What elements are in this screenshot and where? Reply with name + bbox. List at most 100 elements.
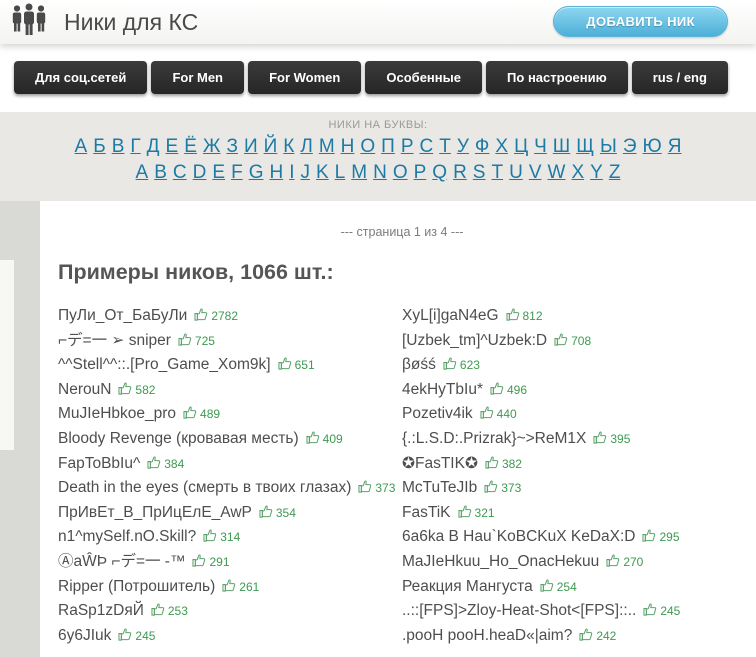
like-count: 382 xyxy=(501,456,522,471)
alphabet-letter-link[interactable]: И xyxy=(244,136,258,157)
alphabet-letter-link[interactable]: F xyxy=(231,162,243,183)
alphabet-letter-link[interactable]: Э xyxy=(623,136,637,157)
alphabet-letter-link[interactable]: Я xyxy=(668,136,682,157)
alphabet-letter-link[interactable]: Ш xyxy=(553,136,570,157)
alphabet-letter-link[interactable]: Л xyxy=(300,136,312,157)
thumb-up-icon[interactable] xyxy=(586,430,610,447)
alphabet-letter-link[interactable]: K xyxy=(316,162,329,183)
alphabet-letter-link[interactable]: М xyxy=(319,136,335,157)
alphabet-letter-link[interactable]: Ч xyxy=(534,136,547,157)
alphabet-letter-link[interactable]: S xyxy=(473,162,486,183)
thumb-up-icon[interactable] xyxy=(483,381,507,398)
nav-category-button[interactable]: For Men xyxy=(151,61,244,94)
alphabet-letter-link[interactable]: X xyxy=(571,162,584,183)
alphabet-letter-link[interactable]: Ы xyxy=(600,136,617,157)
thumb-up-icon[interactable] xyxy=(111,381,135,398)
thumb-up-icon[interactable] xyxy=(473,405,497,422)
nav-category-button[interactable]: Особенные xyxy=(365,61,482,94)
thumb-up-icon[interactable] xyxy=(215,578,239,595)
thumb-up-icon[interactable] xyxy=(547,332,571,349)
nav-category-button[interactable]: По настроению xyxy=(486,61,628,94)
thumb-up-icon[interactable] xyxy=(635,528,659,545)
alphabet-letter-link[interactable]: Y xyxy=(590,162,603,183)
alphabet-letter-link[interactable]: E xyxy=(212,162,225,183)
nick-name: ⒶaŴÞ ⌐デ=一 -™ xyxy=(58,552,186,570)
thumb-up-icon[interactable] xyxy=(185,553,209,570)
alphabet-letter-link[interactable]: Q xyxy=(432,162,447,183)
alphabet-letter-link[interactable]: J xyxy=(300,162,310,183)
alphabet-letter-link[interactable]: Ж xyxy=(203,136,221,157)
alphabet-letter-link[interactable]: Й xyxy=(264,136,278,157)
thumb-up-icon[interactable] xyxy=(533,578,557,595)
alphabet-letter-link[interactable]: У xyxy=(457,136,469,157)
add-nick-button[interactable]: ДОБАВИТЬ НИК xyxy=(553,6,728,37)
alphabet-letter-link[interactable]: A xyxy=(136,162,149,183)
alphabet-letter-link[interactable]: P xyxy=(414,162,427,183)
nav-category-button[interactable]: rus / eng xyxy=(631,61,728,94)
alphabet-letter-link[interactable]: О xyxy=(360,136,375,157)
thumb-up-icon[interactable] xyxy=(111,627,135,644)
alphabet-letter-link[interactable]: Z xyxy=(609,162,621,183)
thumb-up-icon[interactable] xyxy=(599,553,623,570)
thumb-up-icon[interactable] xyxy=(451,504,475,521)
alphabet-letter-link[interactable]: Щ xyxy=(576,136,594,157)
alphabet-letter-link[interactable]: В xyxy=(112,136,125,157)
alphabet-letter-link[interactable]: Ц xyxy=(514,136,528,157)
alphabet-letter-link[interactable]: П xyxy=(381,136,395,157)
nick-name: FapToBbIu^ xyxy=(58,454,141,472)
thumb-up-icon[interactable] xyxy=(252,504,276,521)
alphabet-letter-link[interactable]: Ф xyxy=(475,136,489,157)
thumb-up-icon[interactable] xyxy=(572,627,596,644)
alphabet-letter-link[interactable]: А xyxy=(75,136,88,157)
thumb-up-icon[interactable] xyxy=(176,405,200,422)
alphabet-letter-link[interactable]: B xyxy=(154,162,167,183)
alphabet-letter-link[interactable]: H xyxy=(269,162,283,183)
alphabet-letter-link[interactable]: N xyxy=(373,162,387,183)
like-count: 245 xyxy=(660,604,681,619)
thumb-up-icon[interactable] xyxy=(144,602,168,619)
alphabet-letter-link[interactable]: Г xyxy=(130,136,140,157)
alphabet-letter-link[interactable]: W xyxy=(548,162,566,183)
alphabet-letter-link[interactable]: Ё xyxy=(184,136,197,157)
alphabet-letter-link[interactable]: С xyxy=(420,136,434,157)
nick-columns: ПуЛи_От_БаБуЛи 2782 ⌐デ=一 ➢ sniper 725 ^^St… xyxy=(58,304,746,648)
thumb-up-icon[interactable] xyxy=(436,356,460,373)
alphabet-letter-link[interactable]: I xyxy=(289,162,294,183)
alphabet-letter-link[interactable]: C xyxy=(173,162,187,183)
alphabet-letter-link[interactable]: T xyxy=(491,162,503,183)
thumb-up-icon[interactable] xyxy=(171,332,195,349)
alphabet-letter-link[interactable]: M xyxy=(351,162,367,183)
alphabet-letter-link[interactable]: D xyxy=(193,162,207,183)
alphabet-letter-link[interactable]: Т xyxy=(439,136,451,157)
nav-category-button[interactable]: For Women xyxy=(248,61,362,94)
left-margin-strip xyxy=(0,260,14,450)
nick-row: ⌐デ=一 ➢ sniper 725 xyxy=(58,329,402,354)
nick-name: Реакция Мангуста xyxy=(402,577,533,595)
thumb-up-icon[interactable] xyxy=(140,455,164,472)
nav-category-button[interactable]: Для соц.сетей xyxy=(14,61,148,94)
thumb-up-icon[interactable] xyxy=(478,455,502,472)
alphabet-letter-link[interactable]: К xyxy=(283,136,294,157)
alphabet-letter-link[interactable]: Д xyxy=(147,136,160,157)
alphabet-letter-link[interactable]: Е xyxy=(166,136,179,157)
alphabet-letter-link[interactable]: Р xyxy=(401,136,414,157)
thumb-up-icon[interactable] xyxy=(499,307,523,324)
alphabet-letter-link[interactable]: Ю xyxy=(643,136,662,157)
alphabet-letter-link[interactable]: Б xyxy=(93,136,105,157)
alphabet-letter-link[interactable]: U xyxy=(509,162,523,183)
thumb-up-icon[interactable] xyxy=(351,479,375,496)
alphabet-letter-link[interactable]: V xyxy=(529,162,542,183)
alphabet-letter-link[interactable]: G xyxy=(249,162,264,183)
thumb-up-icon[interactable] xyxy=(477,479,501,496)
alphabet-letter-link[interactable]: R xyxy=(453,162,467,183)
thumb-up-icon[interactable] xyxy=(187,307,211,324)
thumb-up-icon[interactable] xyxy=(636,602,660,619)
alphabet-letter-link[interactable]: L xyxy=(335,162,346,183)
alphabet-letter-link[interactable]: O xyxy=(393,162,408,183)
thumb-up-icon[interactable] xyxy=(196,528,220,545)
thumb-up-icon[interactable] xyxy=(271,356,295,373)
alphabet-letter-link[interactable]: Н xyxy=(341,136,355,157)
alphabet-letter-link[interactable]: Х xyxy=(495,136,508,157)
thumb-up-icon[interactable] xyxy=(299,430,323,447)
alphabet-letter-link[interactable]: З xyxy=(226,136,237,157)
